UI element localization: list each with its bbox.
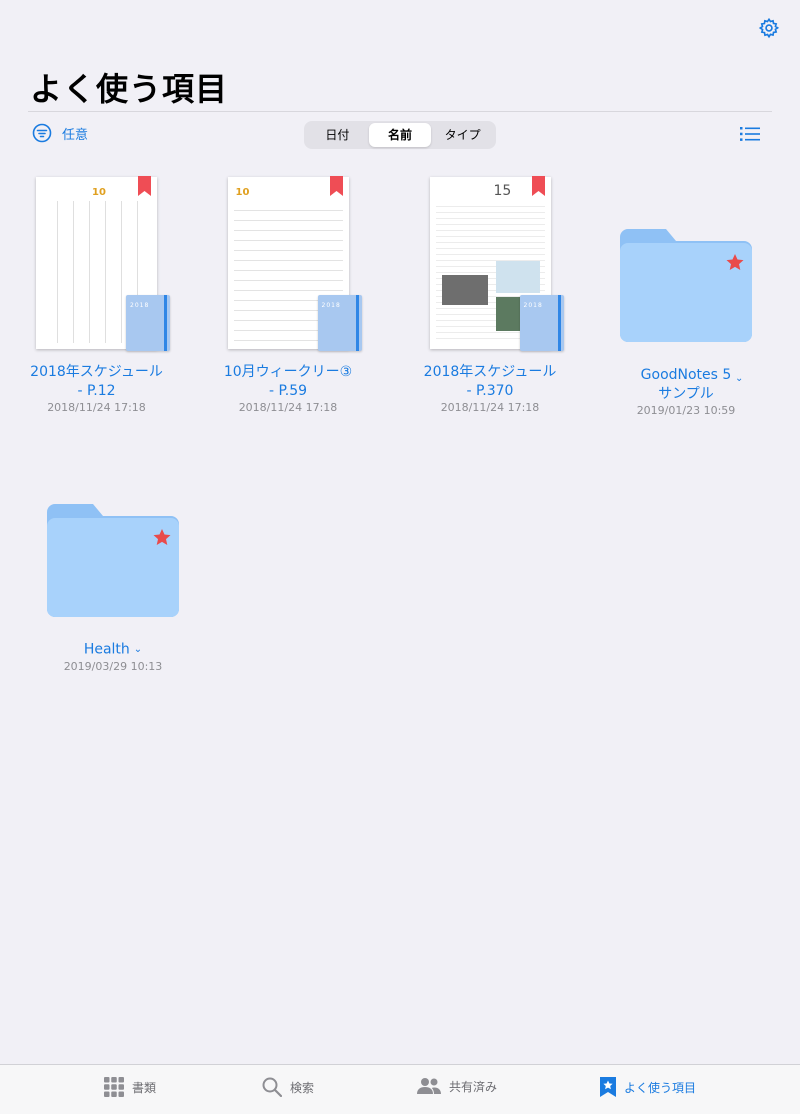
bookmark-icon xyxy=(329,176,343,196)
chevron-down-icon[interactable]: ⌄ xyxy=(735,373,743,384)
bookmark-icon xyxy=(531,176,545,196)
page-day: 10 xyxy=(235,187,250,198)
notebook-thumbnail[interactable]: 10 2018 xyxy=(36,176,170,351)
notebook-thumbnail[interactable]: 10 2018 xyxy=(227,176,362,351)
item-date: 2018/11/24 17:18 xyxy=(440,401,540,414)
segment-name[interactable]: 名前 xyxy=(368,123,432,147)
item-name[interactable]: 10月ウィークリー③ - P.59 xyxy=(193,363,383,401)
tab-label: よく使う項目 xyxy=(624,1080,697,1095)
star-bookmark-icon xyxy=(600,1077,616,1097)
tab-label: 書類 xyxy=(132,1080,157,1095)
sort-segmented-control: 日付 名前 タイプ xyxy=(304,121,496,149)
segment-date[interactable]: 日付 xyxy=(306,123,369,147)
bookmark-icon xyxy=(138,176,151,196)
photo-thumbnail xyxy=(495,297,522,331)
notebook-cover: 2018 xyxy=(126,295,170,351)
notebook-cover: 2018 xyxy=(317,295,362,351)
tab-documents[interactable]: 書類 xyxy=(104,1077,156,1097)
tab-search[interactable]: 検索 xyxy=(262,1077,314,1097)
search-icon xyxy=(262,1077,282,1097)
item-date: 2019/01/23 10:59 xyxy=(636,404,736,417)
tab-label: 共有済み xyxy=(449,1079,498,1094)
item-date: 2018/11/24 17:18 xyxy=(47,401,146,414)
people-icon xyxy=(417,1078,441,1094)
folder-icon[interactable] xyxy=(47,502,179,617)
notebook-item[interactable]: 15 2018 2018年スケジュール - P.370 2018/11/24 17… xyxy=(395,176,585,415)
list-view-icon[interactable] xyxy=(740,126,760,142)
item-name[interactable]: GoodNotes 5 サンプル xyxy=(591,366,781,404)
item-date: 2018/11/24 17:18 xyxy=(238,401,338,414)
tab-label: 検索 xyxy=(290,1080,315,1095)
sort-label: 任意 xyxy=(62,127,89,143)
photo-thumbnail xyxy=(495,261,540,293)
tab-shared[interactable]: 共有済み xyxy=(417,1077,497,1095)
page-title: よく使う項目 xyxy=(30,70,229,108)
page-day: 10 xyxy=(92,187,106,198)
photo-thumbnail xyxy=(441,275,488,305)
folder-item[interactable]: GoodNotes 5 サンプル ⌄ 2019/01/23 10:59 xyxy=(591,227,781,418)
settings-gear-icon[interactable] xyxy=(758,17,780,39)
item-name[interactable]: 2018年スケジュール - P.370 xyxy=(395,363,585,401)
notebook-item[interactable]: 10 2018 2018年スケジュール - P.12 2018/11/24 17:… xyxy=(0,176,193,415)
item-date: 2019/03/29 10:13 xyxy=(63,659,163,673)
notebook-cover: 2018 xyxy=(519,295,564,351)
item-name[interactable]: Health ⌄ xyxy=(18,640,208,660)
notebook-item[interactable]: 10 2018 10月ウィークリー③ - P.59 2018/11/24 17:1… xyxy=(193,176,383,415)
chevron-down-icon[interactable]: ⌄ xyxy=(134,640,142,659)
tab-favorites[interactable]: よく使う項目 xyxy=(600,1077,696,1097)
sort-icon xyxy=(32,123,52,143)
item-name[interactable]: 2018年スケジュール - P.12 xyxy=(0,363,193,401)
folder-item[interactable]: Health ⌄ 2019/03/29 10:13 xyxy=(18,502,208,674)
sort-button[interactable]: 任意 xyxy=(32,123,88,143)
grid-icon xyxy=(104,1077,124,1097)
notebook-thumbnail[interactable]: 15 2018 xyxy=(429,176,564,351)
page-day: 15 xyxy=(493,183,512,199)
segment-type[interactable]: タイプ xyxy=(431,123,494,147)
title-divider xyxy=(28,111,772,112)
folder-icon[interactable] xyxy=(620,227,752,342)
